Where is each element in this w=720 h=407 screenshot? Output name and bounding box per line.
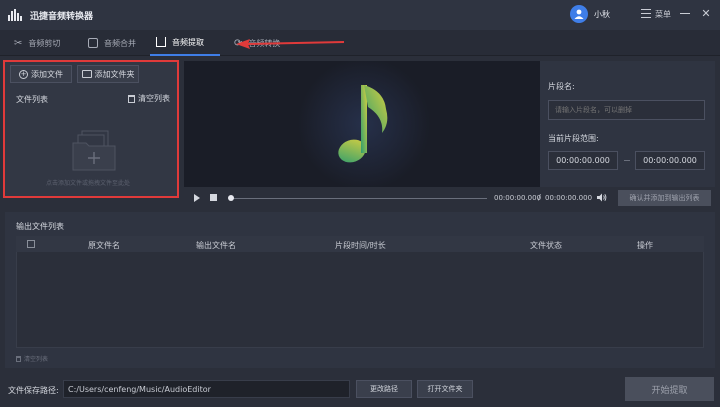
user-name[interactable]: 小秋 <box>594 9 610 20</box>
column-actions: 操作 <box>637 241 653 250</box>
tab-audio-cut[interactable]: ✂ 音频剪切 <box>8 30 66 56</box>
segment-name-input[interactable] <box>548 100 705 120</box>
segment-range-label: 当前片段范围: <box>548 134 599 143</box>
plus-circle-icon: + <box>19 69 28 79</box>
start-time-field[interactable]: 00:00:00.000 <box>548 151 618 170</box>
tab-audio-extract[interactable]: 音频提取 <box>150 30 220 56</box>
save-path-label: 文件保存路径: <box>8 386 59 395</box>
current-time: 00:00:00.000 <box>494 194 542 202</box>
end-time-field[interactable]: 00:00:00.000 <box>635 151 705 170</box>
title-bar: 迅捷音频转换器 小秋 菜单 ✕ <box>0 0 720 30</box>
column-file-status: 文件状态 <box>530 241 562 250</box>
file-list-label: 文件列表 <box>16 95 48 104</box>
confirm-add-button[interactable]: 确认并添加到输出列表 <box>618 190 711 206</box>
tab-bar: ✂ 音频剪切 音频合并 音频提取 ⟳ 音频转换 <box>0 30 720 56</box>
play-icon[interactable] <box>194 194 200 202</box>
open-folder-button[interactable]: 打开文件夹 <box>417 380 473 398</box>
output-list-title: 输出文件列表 <box>16 222 64 231</box>
clear-list-button[interactable]: 清空列表 <box>128 93 170 104</box>
clear-output-label: 清空列表 <box>24 356 49 363</box>
save-path-field[interactable] <box>63 380 350 398</box>
scissors-icon: ✂ <box>14 37 23 49</box>
tab-label: 音频提取 <box>172 37 204 47</box>
close-button[interactable]: ✕ <box>700 8 712 20</box>
merge-icon <box>88 38 98 48</box>
folder-icon <box>81 70 92 78</box>
progress-track[interactable] <box>230 198 487 199</box>
column-output-name: 输出文件名 <box>196 241 236 250</box>
add-folder-label: 添加文件夹 <box>94 69 135 79</box>
column-segment-time: 片段时间/时长 <box>335 241 386 250</box>
add-files-illustration-icon[interactable] <box>72 129 116 171</box>
select-all-checkbox[interactable] <box>27 240 35 248</box>
extract-icon <box>156 37 166 47</box>
menu-icon[interactable] <box>641 9 651 18</box>
clear-output-button[interactable]: 清空列表 <box>16 354 48 363</box>
trash-icon <box>16 355 21 362</box>
segment-name-label: 片段名: <box>548 82 575 91</box>
app-title: 迅捷音频转换器 <box>30 12 94 22</box>
tab-label: 音频合并 <box>104 38 136 48</box>
audio-preview <box>184 61 540 187</box>
music-note-icon <box>338 85 388 163</box>
column-source-name: 原文件名 <box>88 241 120 250</box>
change-path-button[interactable]: 更改路径 <box>356 380 412 398</box>
add-file-label: 添加文件 <box>31 69 63 79</box>
add-file-button[interactable]: + 添加文件 <box>10 65 72 83</box>
drop-hint: 点击添加文件或拖拽文件至此处 <box>46 180 131 187</box>
output-table <box>16 236 704 348</box>
time-separator: / <box>538 193 541 202</box>
menu-button[interactable]: 菜单 <box>655 9 671 20</box>
volume-icon[interactable] <box>597 193 607 202</box>
add-folder-button[interactable]: 添加文件夹 <box>77 65 139 83</box>
tab-audio-merge[interactable]: 音频合并 <box>82 30 142 56</box>
annotation-arrow-icon <box>236 39 345 49</box>
clear-list-label: 清空列表 <box>138 94 170 103</box>
total-time: 00:00:00.000 <box>545 194 593 202</box>
range-dash <box>624 160 630 161</box>
tab-label: 音频剪切 <box>28 38 61 48</box>
trash-icon <box>128 94 135 103</box>
progress-handle[interactable] <box>228 195 234 201</box>
minimize-button[interactable] <box>680 13 690 14</box>
stop-icon[interactable] <box>210 194 217 201</box>
app-logo-icon <box>8 9 22 21</box>
user-avatar-icon[interactable] <box>570 5 588 23</box>
start-extract-button[interactable]: 开始提取 <box>625 377 714 401</box>
